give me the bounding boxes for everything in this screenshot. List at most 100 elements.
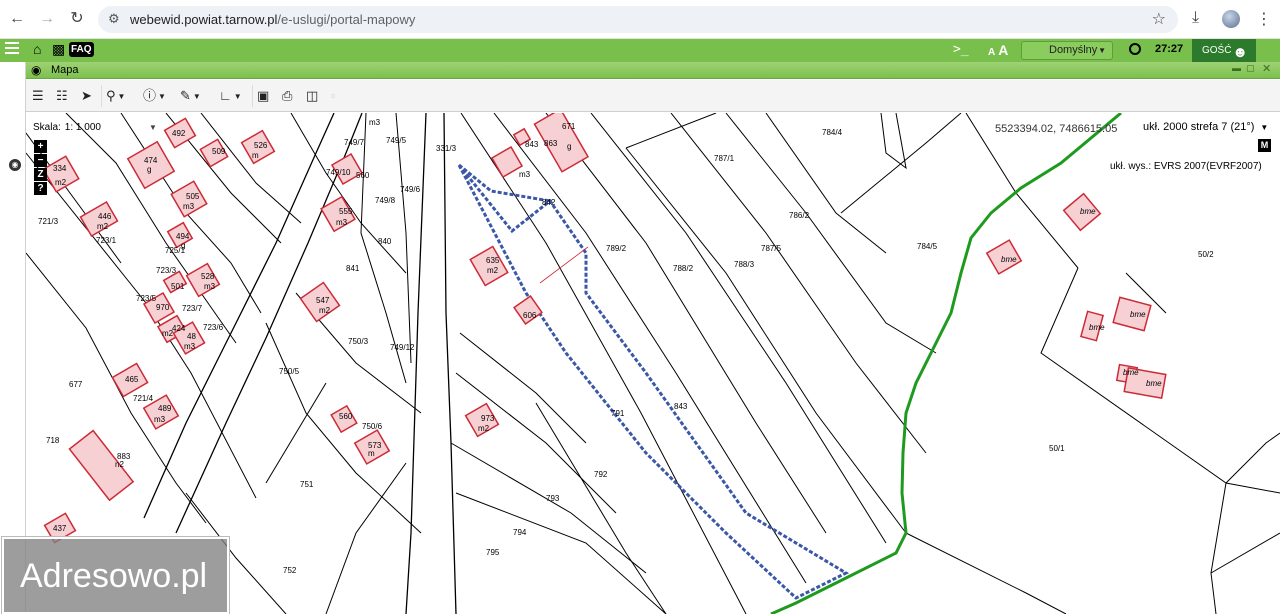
parcel-label: 718: [46, 436, 60, 445]
parcel-label: 526: [254, 141, 268, 150]
maximize-icon[interactable]: ▢: [1246, 63, 1255, 74]
parcel-label: 671: [562, 122, 576, 131]
toolbar-separator: [252, 85, 253, 107]
parcel-label: m2: [478, 424, 490, 433]
parcel-label: 788/2: [673, 264, 694, 273]
scale-value: 1: 1 000: [64, 122, 101, 133]
parcel-label: 50/2: [1198, 250, 1214, 259]
hamburger-menu-icon[interactable]: [5, 42, 19, 54]
parcel-label: bme: [1123, 368, 1139, 377]
parcel-label: m2: [97, 222, 109, 231]
layers-icon[interactable]: ☰: [32, 87, 44, 105]
parcel-label: 752: [283, 566, 297, 575]
parcel-label: m3: [204, 282, 216, 291]
reload-icon[interactable]: ↻: [67, 9, 87, 29]
parcel-label: 863: [544, 139, 558, 148]
red-dimension-line: [539, 246, 589, 284]
parcel-label: 560: [339, 412, 353, 421]
parcel-label: 723/7: [182, 304, 203, 313]
m-button[interactable]: M: [1258, 139, 1271, 152]
parcel-label: m3: [336, 218, 348, 227]
terminal-icon[interactable]: >_: [953, 42, 969, 57]
scale-label: Skala:: [33, 122, 61, 133]
address-bar[interactable]: ⚙ webewid.powiat.tarnow.pl/e-uslugi/port…: [98, 6, 1178, 33]
pointer-icon[interactable]: ➤: [81, 87, 92, 105]
parcel-label: 725/1: [165, 246, 186, 255]
measure-icon[interactable]: ∟ ▼: [219, 87, 242, 105]
chevron-down-icon: ▼: [1098, 46, 1106, 55]
book-icon[interactable]: ▩: [52, 41, 65, 58]
image-export-icon[interactable]: ▣: [257, 87, 269, 105]
parcel-label: bme: [1089, 323, 1105, 332]
zoom-out-button[interactable]: −: [34, 154, 47, 167]
parcel-label: 334: [53, 164, 67, 173]
parcel-label: m: [252, 151, 259, 160]
font-size-control[interactable]: AA: [988, 42, 1008, 60]
parcel-label: m2: [55, 178, 67, 187]
url-path: /e-uslugi/portal-mapowy: [277, 12, 416, 27]
parcel-label: m2: [487, 266, 499, 275]
download-icon[interactable]: ⤓: [1192, 9, 1199, 27]
parcel-label: 446: [98, 212, 112, 221]
profile-avatar[interactable]: [1222, 10, 1240, 28]
close-icon[interactable]: ✕: [1262, 62, 1271, 75]
print-icon[interactable]: ⎙: [282, 87, 292, 105]
crs-select[interactable]: ukł. 2000 strefa 7 (21°) ▼: [1143, 121, 1268, 133]
parcel-label: 492: [172, 129, 186, 138]
map-toolbar: ☰ ☷ ➤ ⚲ ▼ ⓘ ▼ ✎ ▼ ∟ ▼ ▣ ⎙ ◫ ▫: [26, 80, 1280, 112]
home-icon[interactable]: ⌂: [33, 41, 41, 57]
parcel-label: bme: [1130, 310, 1146, 319]
parcel-label: 437: [53, 524, 67, 533]
scale-control[interactable]: Skala: 1: 1 000 ▼: [33, 122, 157, 133]
parcel-label: 970: [156, 303, 170, 312]
help-button[interactable]: ?: [34, 182, 47, 195]
parcel-label: 788/3: [734, 260, 755, 269]
parcel-label: m3: [519, 170, 531, 179]
parcel-label: 784/5: [917, 242, 938, 251]
parcel-label: 787/1: [714, 154, 735, 163]
parcel-label: bme: [1001, 255, 1017, 264]
map-window-titlebar: ◉ Mapa ▬ ▢ ✕: [26, 62, 1280, 79]
search-icon[interactable]: ⚲ ▼: [106, 87, 125, 105]
user-label: GOŚĆ: [1202, 45, 1232, 56]
site-settings-icon[interactable]: ⚙: [108, 11, 120, 27]
zoom-box-button[interactable]: Z: [34, 168, 47, 181]
map-window-title: Mapa: [51, 64, 79, 76]
parcel-label: 750/6: [362, 422, 383, 431]
compare-icon[interactable]: ◫: [306, 87, 318, 105]
bookmark-star-icon[interactable]: ☆: [1152, 9, 1166, 29]
legend-table-icon[interactable]: ☷: [56, 87, 68, 105]
draw-tools-icon[interactable]: ✎ ▼: [180, 87, 201, 105]
parcel-label: 474: [144, 156, 158, 165]
toolbar-separator: [101, 85, 102, 107]
parcel-label: 794: [513, 528, 527, 537]
parcel-label: 635: [486, 256, 500, 265]
parcel-label: 792: [594, 470, 608, 479]
parcel-label: 749/6: [400, 185, 421, 194]
parcel-label: 750/5: [279, 367, 300, 376]
parcel-label: 505: [186, 192, 200, 201]
left-side-panel: ◉: [0, 62, 26, 614]
user-menu[interactable]: GOŚĆ ☻: [1192, 39, 1256, 62]
parcel-label: 789/2: [606, 244, 627, 253]
parcel-label: m3: [183, 202, 195, 211]
parcel-label: 721/4: [133, 394, 154, 403]
parcel-label: 749/5: [386, 136, 407, 145]
back-arrow-icon[interactable]: ←: [7, 9, 27, 29]
globe-icon[interactable]: ◉: [9, 159, 21, 171]
parcel-label: 791: [611, 409, 625, 418]
minimize-icon[interactable]: ▬: [1232, 63, 1241, 73]
parcel-label: 751: [300, 480, 314, 489]
person-icon: ☻: [1232, 44, 1248, 61]
zoom-controls: + − Z ?: [34, 140, 47, 196]
parcel-label: 424: [172, 324, 186, 333]
parcel-label: g: [567, 142, 571, 151]
info-icon[interactable]: ⓘ ▼: [143, 87, 166, 105]
zoom-in-button[interactable]: +: [34, 140, 47, 153]
parcel-label: 749/12: [390, 343, 415, 352]
browser-menu-icon[interactable]: ⋮: [1256, 9, 1272, 29]
forward-arrow-icon[interactable]: →: [37, 9, 57, 29]
parcel-label: bme: [1146, 379, 1162, 388]
profile-select[interactable]: Domyślny ▼: [1021, 41, 1113, 60]
faq-button[interactable]: FAQ: [69, 42, 94, 57]
